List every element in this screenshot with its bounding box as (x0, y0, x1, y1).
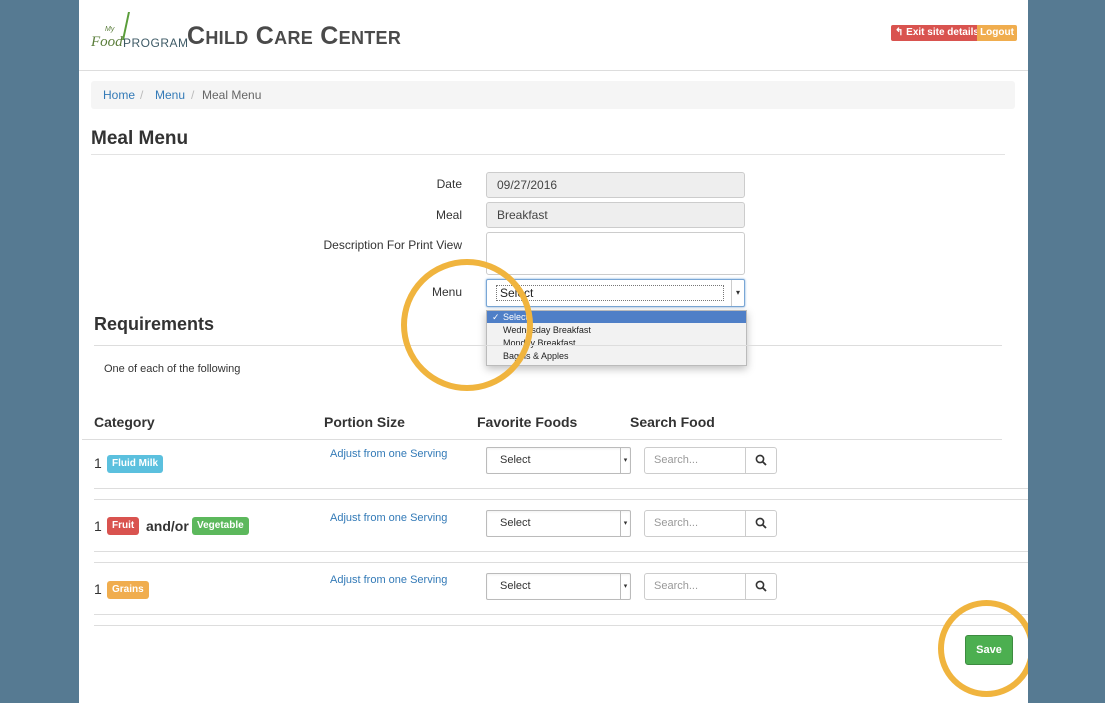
menu-option-select[interactable]: ✓ Select (487, 311, 746, 323)
breadcrumb-separator: / (140, 88, 144, 102)
logout-button[interactable]: Logout (977, 25, 1017, 41)
search-button[interactable] (745, 447, 777, 474)
logo-my-text: My (105, 26, 115, 33)
description-label: Description For Print View (323, 238, 463, 252)
date-field: 09/27/2016 (486, 172, 745, 198)
adjust-serving-link[interactable]: Adjust from one Serving (330, 574, 447, 586)
exit-site-details-button[interactable]: ↰ Exit site details (891, 25, 983, 41)
menu-select-value: Select (496, 285, 724, 301)
favorite-foods-value: Select (500, 517, 531, 529)
save-button[interactable]: Save (965, 635, 1013, 665)
search-button[interactable] (745, 573, 777, 600)
menu-option-monday-breakfast[interactable]: Monday Breakfast (487, 337, 746, 349)
checkmark-icon: ✓ (492, 312, 500, 322)
favorite-foods-value: Select (500, 580, 531, 592)
column-header-category: Category (94, 414, 155, 430)
menu-option-label: Select (503, 312, 529, 322)
vegetable-badge: Vegetable (192, 517, 249, 535)
breadcrumb-separator: / (191, 88, 195, 102)
app-header: My Food PROGRAM Child Care Center ↰ Exit… (79, 0, 1028, 71)
menu-option-wednesday-breakfast[interactable]: Wednesday Breakfast (487, 324, 746, 336)
adjust-serving-link[interactable]: Adjust from one Serving (330, 448, 447, 460)
breadcrumb-home-link[interactable]: Home (103, 81, 135, 109)
search-icon (755, 517, 767, 529)
search-food-input[interactable]: Search... (644, 447, 755, 474)
row-quantity: 1 (94, 455, 102, 471)
search-button[interactable] (745, 510, 777, 537)
row-divider (94, 614, 1028, 615)
favorite-foods-select[interactable]: Select ▾ (486, 447, 631, 474)
column-header-search-food: Search Food (630, 414, 715, 430)
page-container: My Food PROGRAM Child Care Center ↰ Exit… (79, 0, 1028, 703)
row-divider (94, 499, 1028, 500)
date-label: Date (436, 177, 462, 191)
row-divider (94, 551, 1028, 552)
breadcrumb-menu-link[interactable]: Menu (155, 81, 185, 109)
description-textarea[interactable] (486, 232, 745, 275)
requirements-description: One of each of the following (104, 363, 241, 375)
search-icon (755, 580, 767, 592)
favorite-foods-value: Select (500, 454, 531, 466)
title-divider (91, 154, 1005, 155)
meal-field: Breakfast (486, 202, 745, 228)
page-title: Meal Menu (91, 128, 189, 149)
row-divider (94, 488, 1028, 489)
row-quantity: 1 (94, 581, 102, 597)
grains-badge: Grains (107, 581, 149, 599)
menu-label: Menu (431, 285, 462, 299)
chevron-down-icon: ▾ (620, 448, 630, 473)
adjust-serving-link[interactable]: Adjust from one Serving (330, 512, 447, 524)
menu-select[interactable]: Select ▾ (486, 279, 745, 307)
chevron-down-icon: ▾ (620, 511, 630, 536)
favorite-foods-select[interactable]: Select ▾ (486, 510, 631, 537)
fluid-milk-badge: Fluid Milk (107, 455, 164, 473)
logo-food-text: Food (91, 34, 123, 50)
site-title: Child Care Center (187, 22, 402, 50)
meal-label: Meal (435, 208, 462, 222)
menu-dropdown-list: ✓ Select Wednesday Breakfast Monday Brea… (486, 310, 747, 366)
requirements-divider (94, 345, 1002, 346)
table-header-divider (82, 439, 1002, 440)
column-header-portion-size: Portion Size (324, 414, 405, 430)
chevron-down-icon: ▾ (731, 280, 744, 306)
row-divider (94, 562, 1028, 563)
menu-option-bagels-apples[interactable]: Bagels & Apples (487, 350, 746, 362)
and-or-text: and/or (146, 518, 189, 534)
row-divider (94, 625, 1028, 626)
favorite-foods-select[interactable]: Select ▾ (486, 573, 631, 600)
myfoodprogram-logo[interactable]: My Food PROGRAM (91, 12, 188, 56)
search-food-input[interactable]: Search... (644, 573, 755, 600)
breadcrumb-current: Meal Menu (202, 88, 262, 102)
row-quantity: 1 (94, 518, 102, 534)
logo-program-text: PROGRAM (123, 36, 189, 50)
chevron-down-icon: ▾ (620, 574, 630, 599)
breadcrumb: Home / Menu / Meal Menu (91, 81, 1015, 109)
fruit-badge: Fruit (107, 517, 140, 535)
column-header-favorite-foods: Favorite Foods (477, 414, 578, 430)
requirements-heading: Requirements (94, 314, 215, 334)
search-icon (755, 454, 767, 466)
search-food-input[interactable]: Search... (644, 510, 755, 537)
